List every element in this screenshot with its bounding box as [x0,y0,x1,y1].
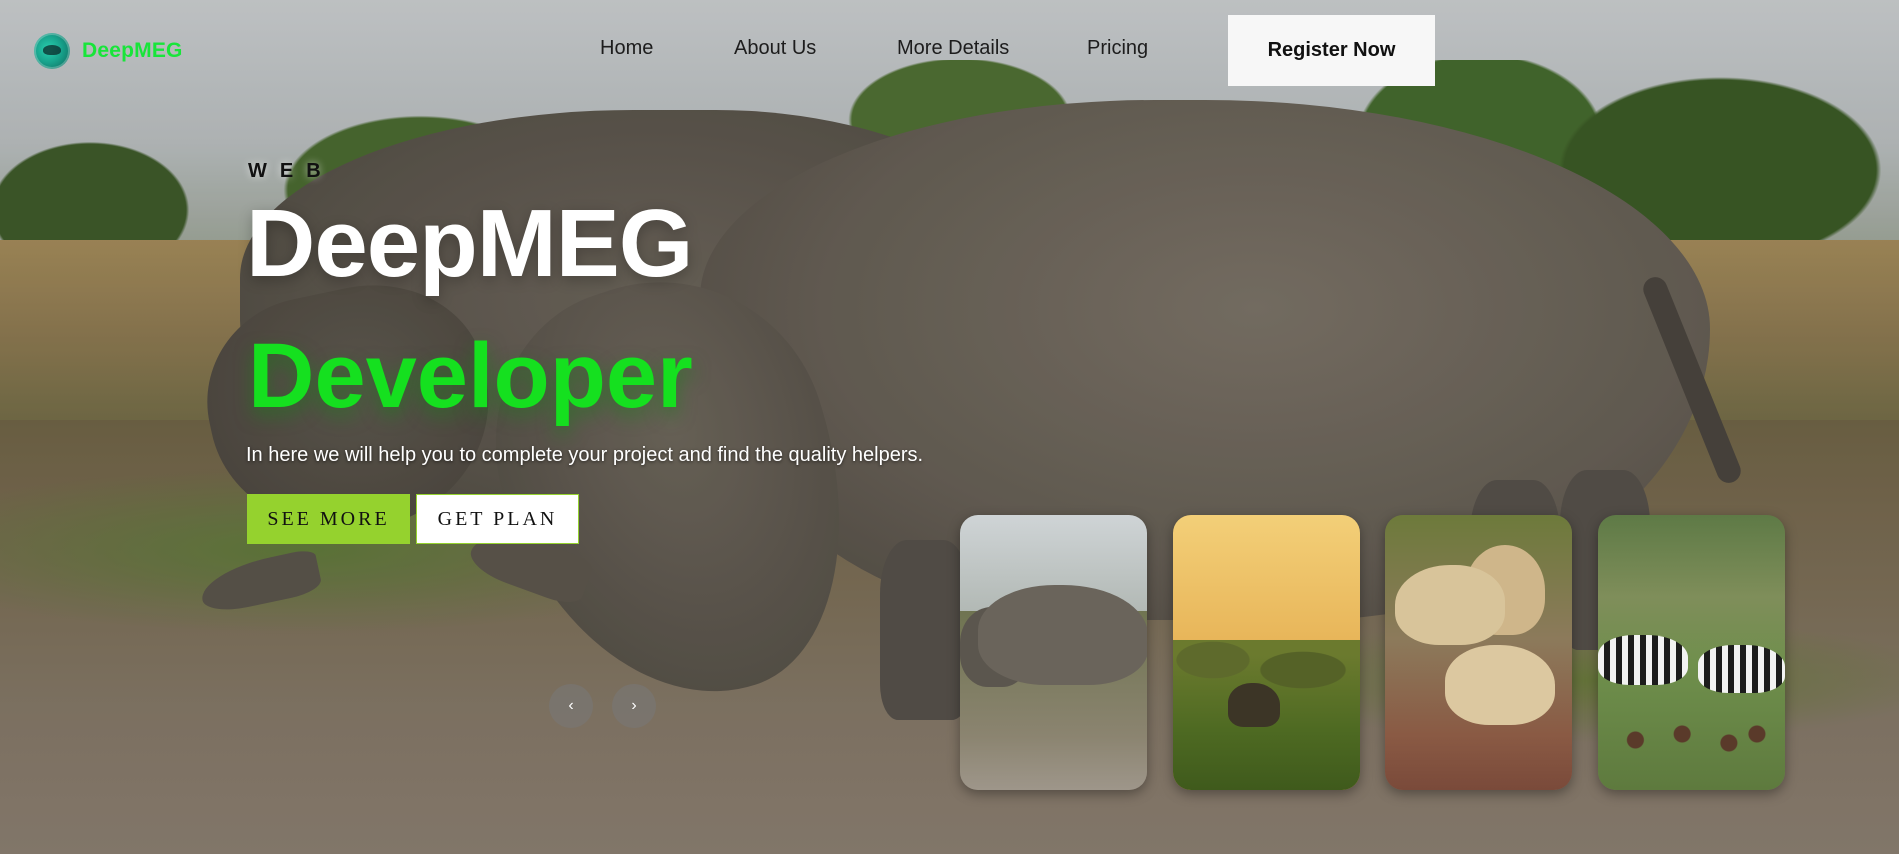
carousel-prev-button[interactable]: ‹ [549,684,593,728]
hero-subtitle: Developer [248,325,693,427]
carousel-card-elephants[interactable] [1173,515,1360,790]
carousel-card-zebras[interactable] [1598,515,1785,790]
carousel-card-rhinos[interactable] [960,515,1147,790]
main-nav: Home About Us More Details Pricing [0,37,1899,67]
carousel-card-lions[interactable] [1385,515,1572,790]
nav-link-home[interactable]: Home [600,37,653,60]
get-plan-button[interactable]: GET PLAN [416,494,579,544]
chevron-left-icon: ‹ [568,697,574,714]
hero-tagline: In here we will help you to complete you… [246,444,924,466]
see-more-button[interactable]: SEE MORE [247,494,410,544]
register-now-button[interactable]: Register Now [1228,15,1435,86]
nav-link-pricing[interactable]: Pricing [1087,37,1148,60]
nav-link-about-us[interactable]: About Us [734,37,816,60]
hero-eyebrow: WEB [248,160,334,182]
hero-title: DeepMEG [246,190,693,297]
nav-link-more-details[interactable]: More Details [897,37,1009,60]
chevron-right-icon: › [631,697,637,714]
carousel-next-button[interactable]: › [612,684,656,728]
